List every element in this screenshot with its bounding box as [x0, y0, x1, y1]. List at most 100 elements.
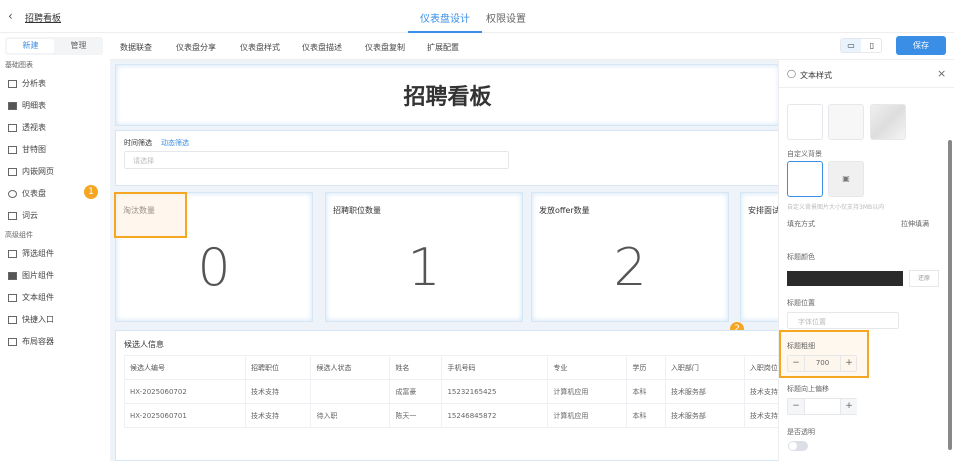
image-icon — [8, 271, 17, 280]
candidate-table: 候选人编号 招聘职位 候选人状态 姓名 手机号码 专业 学历 入职部门 入职岗位 HX-2025… — [124, 355, 779, 428]
column-header: 学历 — [626, 355, 666, 380]
group-advanced: 高级组件 — [5, 231, 33, 239]
tab-design[interactable]: 仪表盘设计 — [408, 10, 482, 33]
custom-bg-label: 自定义背景 — [787, 150, 822, 158]
text-style-icon: ◯ — [787, 69, 796, 78]
pivot-icon — [8, 123, 17, 132]
minus-icon[interactable]: − — [788, 356, 805, 371]
dashboard-title[interactable]: 招聘看板 — [25, 11, 61, 24]
toolbar-style[interactable]: 仪表盘样式 — [240, 42, 280, 53]
filter-label: 时间筛选 — [124, 139, 152, 147]
seg-new[interactable]: 新建 — [7, 39, 54, 53]
shortcut-icon — [8, 315, 17, 324]
table-cell: 15246845872 — [441, 403, 549, 428]
column-header: 姓名 — [389, 355, 443, 380]
table-title: 候选人信息 — [124, 340, 164, 349]
seg-manage[interactable]: 管理 — [55, 39, 102, 53]
plus-icon[interactable]: + — [840, 399, 857, 414]
reset-button[interactable]: 还原 — [909, 270, 939, 287]
sidebar-item[interactable]: 布局容器 — [8, 336, 54, 347]
bg-swatch[interactable] — [870, 104, 906, 140]
filter-widget: 时间筛选 动态筛选 请选择 — [115, 130, 780, 186]
canvas-title: 招聘看板 — [403, 85, 492, 110]
column-header: 入职部门 — [664, 355, 745, 380]
dashboard-canvas: 招聘看板 时间筛选 动态筛选 请选择 淘汰数量0 招聘职位数量1 发放offer… — [110, 60, 800, 461]
dynamic-filter[interactable]: 动态筛选 — [161, 138, 189, 148]
toolbar-data-query[interactable]: 数据联查 — [120, 42, 152, 53]
table-header: 候选人编号 招聘职位 候选人状态 姓名 手机号码 专业 学历 入职部门 入职岗位 — [124, 355, 779, 380]
bar-chart-icon — [8, 79, 17, 88]
table-cell: 待入职 — [310, 403, 391, 428]
offset-label: 标题向上偏移 — [787, 385, 829, 393]
toolbar-copy[interactable]: 仪表盘复制 — [365, 42, 405, 53]
bg-swatch[interactable] — [828, 104, 864, 140]
table-cell: 15232165425 — [441, 379, 549, 404]
sidebar-item[interactable]: 快捷入口 — [8, 314, 54, 325]
weight-label: 标题粗细 — [787, 342, 815, 350]
column-header: 入职岗位 — [743, 355, 779, 380]
title-widget[interactable]: 招聘看板 — [115, 64, 780, 126]
plus-icon[interactable]: + — [840, 356, 857, 371]
highlight-box — [114, 192, 187, 238]
table-cell: 技术支持 — [244, 403, 312, 428]
kpi-card[interactable]: 发放offer数量 2 — [531, 192, 729, 322]
kpi-card[interactable]: 招聘职位数量 1 — [325, 192, 523, 322]
table-cell: HX-2025060702 — [124, 379, 246, 404]
sidebar-item[interactable]: 明细表 — [8, 100, 46, 111]
mobile-icon[interactable]: ▯ — [862, 39, 882, 52]
offset-value[interactable] — [806, 399, 839, 414]
sidebar-item[interactable]: 图片组件 — [8, 270, 54, 281]
color-picker[interactable] — [787, 271, 903, 286]
sidebar-item[interactable]: 分析表 — [8, 78, 46, 89]
table-cell: 技术支持岗 — [743, 403, 779, 428]
scrollbar[interactable] — [948, 140, 952, 450]
fill-select[interactable]: 拉伸填满 — [901, 219, 929, 229]
weight-value[interactable]: 700 — [806, 356, 839, 371]
filter-select[interactable]: 请选择 — [124, 151, 509, 169]
column-header: 候选人编号 — [124, 355, 246, 380]
toolbar-share[interactable]: 仪表盘分享 — [176, 42, 216, 53]
position-label: 标题位置 — [787, 299, 815, 307]
close-icon[interactable]: × — [937, 67, 946, 80]
sidebar-item[interactable]: 词云 — [8, 210, 38, 221]
gauge-icon — [8, 189, 17, 198]
custom-bg-selected[interactable] — [787, 161, 823, 197]
sidebar-item[interactable]: 仪表盘 — [8, 188, 46, 199]
sidebar-item[interactable]: 透视表 — [8, 122, 46, 133]
offset-stepper[interactable]: − + — [787, 398, 857, 415]
fill-label: 填充方式 — [787, 220, 815, 228]
tab-permissions[interactable]: 权限设置 — [486, 10, 526, 25]
sidebar-item[interactable]: 甘特图 — [8, 144, 46, 155]
toolbar-description[interactable]: 仪表盘描述 — [302, 42, 342, 53]
weight-stepper[interactable]: − 700 + — [787, 355, 857, 372]
transparent-toggle[interactable] — [788, 441, 808, 451]
table-cell: 计算机应用 — [547, 403, 628, 428]
upload-image-icon[interactable]: ▣ — [828, 161, 864, 197]
sidebar-item[interactable]: 内嵌网页 — [8, 166, 54, 177]
step-badge: 1 — [84, 185, 98, 199]
upload-hint: 自定义背景图片大小仅支持3MB以内 — [787, 204, 885, 211]
bg-swatch[interactable] — [787, 104, 823, 140]
column-header: 招聘职位 — [244, 355, 312, 380]
sidebar-item[interactable]: 文本组件 — [8, 292, 54, 303]
table-cell: 技术服务部 — [664, 379, 745, 404]
panel-title: 文本样式 — [800, 71, 832, 80]
sidebar-item[interactable]: 筛选组件 — [8, 248, 54, 259]
table-widget: 候选人信息 候选人编号 招聘职位 候选人状态 姓名 手机号码 专业 学历 入职部门 入职岗位 H… — [115, 330, 780, 461]
back-icon[interactable]: ‹ — [8, 9, 13, 23]
device-switch: ▭ ▯ — [840, 38, 882, 53]
desktop-icon[interactable]: ▭ — [841, 39, 861, 52]
table-row[interactable]: HX-2025060702 技术支持 成富豪 15232165425 计算机应用 本科 技术… — [124, 379, 779, 404]
column-header: 手机号码 — [441, 355, 549, 380]
toolbar-extend[interactable]: 扩展配置 — [427, 42, 459, 53]
style-panel: ◯ 文本样式 × 自定义背景 ▣ 自定义背景图片大小仅支持3MB以内 填充方式 … — [778, 60, 954, 461]
table-cell: 本科 — [626, 403, 666, 428]
save-button[interactable]: 保存 — [896, 36, 946, 55]
minus-icon[interactable]: − — [788, 399, 805, 414]
table-cell: 成富豪 — [389, 379, 443, 404]
table-row[interactable]: HX-2025060701 技术支持 待入职 陈天一 15246845872 计算机应用本… — [124, 403, 779, 428]
group-basic: 基础图表 — [5, 61, 33, 69]
table-icon — [8, 101, 17, 110]
position-select[interactable]: 字体位置 — [787, 312, 899, 329]
transparent-label: 是否透明 — [787, 428, 815, 436]
